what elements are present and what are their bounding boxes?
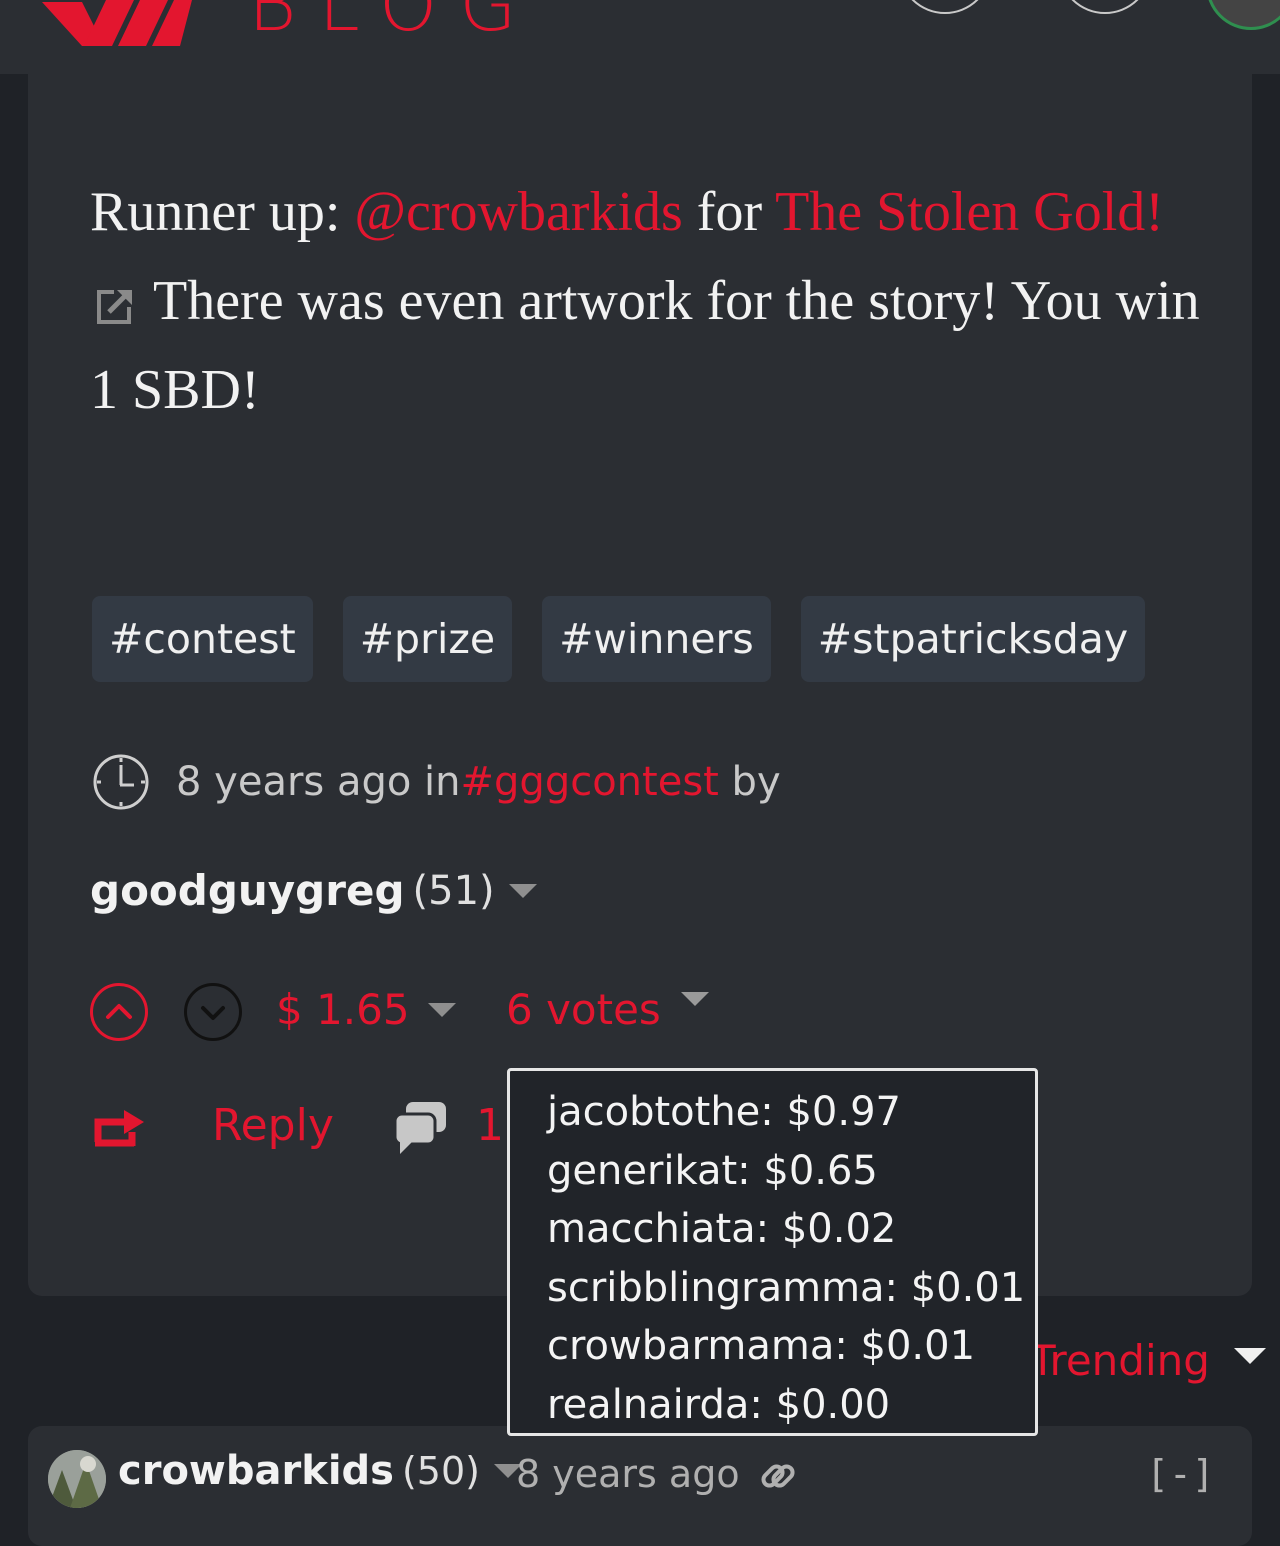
voters-tooltip: jacobtothe: $0.97 generikat: $0.65 macch…: [507, 1068, 1038, 1436]
comment-author-name[interactable]: crowbarkids: [118, 1448, 394, 1494]
voter-entry[interactable]: crowbarmama: $0.01: [547, 1317, 1035, 1376]
category-link[interactable]: #gggcontest: [461, 759, 719, 805]
comment-author-reputation: (50): [401, 1449, 480, 1493]
tag-winners[interactable]: #winners: [542, 596, 771, 682]
comments-icon[interactable]: [392, 1100, 450, 1156]
link-icon[interactable]: [758, 1456, 798, 1496]
chevron-up-icon: [106, 1004, 132, 1019]
author-name[interactable]: goodguygreg: [90, 866, 405, 915]
tag-prize[interactable]: #prize: [342, 596, 513, 682]
body-text-3: There was even artwork for the story! Yo…: [90, 270, 1200, 421]
clock-icon: [93, 754, 149, 810]
author-menu-caret-icon[interactable]: [508, 883, 537, 898]
voter-entry[interactable]: macchiata: $0.02: [547, 1200, 1035, 1259]
sort-label: Trending: [1030, 1336, 1210, 1385]
resteem-icon[interactable]: [92, 1106, 146, 1148]
comment-author: crowbarkids (50): [118, 1448, 522, 1494]
tag-stpatricksday[interactable]: #stpatricksday: [800, 596, 1146, 682]
site-header: BLOG: [0, 0, 1280, 74]
comments-sort-dropdown[interactable]: Trending: [1030, 1336, 1266, 1385]
comment-avatar[interactable]: [48, 1450, 106, 1508]
voter-entry[interactable]: jacobtothe: $0.97: [547, 1083, 1035, 1142]
tag-list: #contest #prize #winners #stpatricksday: [92, 596, 1146, 682]
body-text-2: for: [682, 181, 776, 243]
by-label: by: [718, 759, 781, 805]
logo-text[interactable]: BLOG: [248, 0, 539, 48]
votes-caret-icon: [680, 991, 709, 1006]
reply-button[interactable]: Reply: [212, 1100, 334, 1151]
upvote-button[interactable]: [90, 983, 148, 1041]
voter-entry[interactable]: scribblingramma: $0.01: [547, 1259, 1035, 1318]
sort-caret-icon: [1233, 1347, 1266, 1364]
body-text-1: Runner up:: [90, 181, 355, 243]
votes-button[interactable]: 6 votes: [506, 985, 709, 1034]
tag-contest[interactable]: #contest: [92, 596, 313, 682]
user-avatar[interactable]: [1206, 0, 1280, 30]
comment-time[interactable]: 8 years ago: [516, 1452, 740, 1496]
downvote-button[interactable]: [184, 983, 242, 1041]
payout-value: $ 1.65: [276, 985, 410, 1034]
voter-entry[interactable]: generikat: $0.65: [547, 1142, 1035, 1201]
payout-button[interactable]: $ 1.65: [276, 985, 456, 1034]
post-body: Runner up: @crowbarkids for The Stolen G…: [90, 168, 1200, 435]
avatar-image: [48, 1450, 106, 1508]
post-time: 8 years ago in: [176, 759, 461, 805]
comment-count[interactable]: 1: [476, 1100, 504, 1151]
notifications-icon[interactable]: [1058, 0, 1152, 14]
author-reputation: (51): [412, 867, 495, 914]
chevron-down-icon: [201, 1006, 225, 1020]
external-link-icon: [97, 288, 133, 325]
post-meta: 8 years ago in #gggcontest by: [92, 752, 781, 812]
search-icon[interactable]: [898, 0, 992, 14]
post-author: goodguygreg (51): [90, 866, 537, 915]
votes-count: 6 votes: [506, 985, 661, 1034]
story-link[interactable]: The Stolen Gold!: [775, 181, 1164, 243]
logo-icon[interactable]: [42, 0, 192, 50]
collapse-button[interactable]: [-]: [1146, 1452, 1215, 1496]
payout-caret-icon: [427, 1002, 456, 1017]
voter-entry[interactable]: realnairda: $0.00: [547, 1376, 1035, 1435]
mention-link[interactable]: @crowbarkids: [354, 181, 682, 243]
